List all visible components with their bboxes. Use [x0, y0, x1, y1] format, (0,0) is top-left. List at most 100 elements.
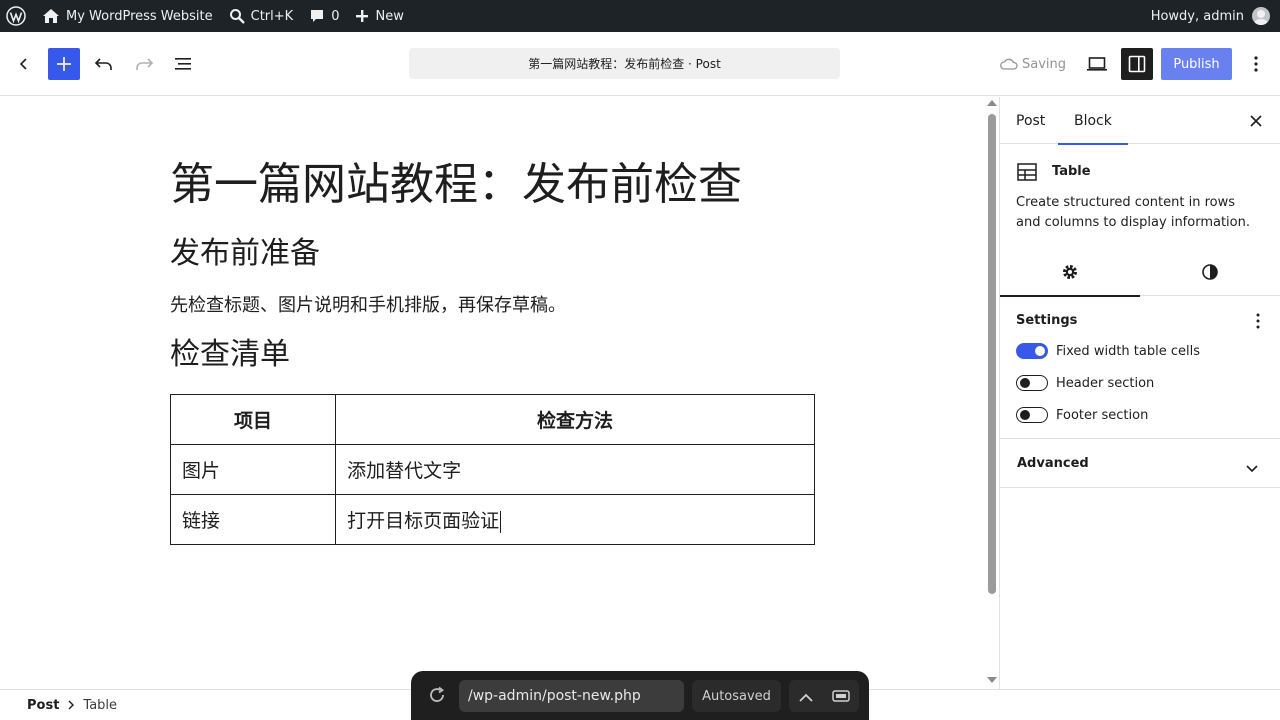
- table-header-cell[interactable]: 检查方法: [335, 394, 815, 445]
- editor-header: 第一篇网站教程：发布前检查 · Post Saving Publish: [0, 32, 1280, 96]
- settings-toggle-button[interactable]: [1121, 48, 1153, 80]
- shortcut-label: Ctrl+K: [250, 8, 294, 24]
- table-cell-active[interactable]: 打开目标页面验证: [335, 494, 815, 545]
- fixed-width-toggle[interactable]: [1016, 343, 1048, 359]
- preview-button[interactable]: [1081, 48, 1113, 80]
- document-title-bar[interactable]: 第一篇网站教程：发布前检查 · Post: [409, 48, 840, 79]
- scroll-down-arrow-icon[interactable]: [987, 677, 997, 683]
- publish-button[interactable]: Publish: [1161, 48, 1232, 80]
- undo-button[interactable]: [88, 48, 120, 80]
- more-vertical-icon: [1256, 313, 1260, 329]
- back-button[interactable]: [8, 48, 40, 80]
- chevron-left-icon: [19, 58, 27, 70]
- table-block[interactable]: 项目 检查方法 图片 添加替代文字 链接 打开目标页面验证: [169, 394, 815, 545]
- breadcrumb-item-post[interactable]: Post: [27, 698, 59, 713]
- comments-link[interactable]: 0: [301, 0, 347, 32]
- undo-icon: [94, 58, 112, 70]
- settings-panel: Settings Fixed width table cells Header …: [1000, 296, 1280, 439]
- editor-canvas: 第一篇网站教程：发布前检查 发布前准备 先检查标题、图片说明和手机排版，再保存草…: [0, 97, 984, 689]
- site-name-link[interactable]: My WordPress Website: [34, 0, 221, 32]
- sidebar-icon: [1128, 55, 1146, 73]
- sidebar-tabs: Post Block: [1000, 97, 1280, 145]
- block-description: Create structured content in rows and co…: [1016, 195, 1250, 230]
- tab-block[interactable]: Block: [1058, 97, 1128, 145]
- toggle-label: Fixed width table cells: [1056, 343, 1200, 359]
- chevron-right-icon: [68, 700, 75, 710]
- tab-styles[interactable]: [1140, 248, 1280, 296]
- list-view-icon: [175, 58, 191, 70]
- settings-panel-title: Settings: [1016, 313, 1078, 328]
- gear-icon: [1063, 265, 1077, 279]
- close-sidebar-button[interactable]: [1244, 109, 1268, 133]
- settings-options-button[interactable]: [1256, 313, 1260, 333]
- search-icon: [229, 9, 245, 24]
- reload-button[interactable]: [427, 685, 447, 709]
- url-field[interactable]: /wp-admin/post-new.php: [459, 680, 684, 712]
- block-card: Table Create structured content in rows …: [1000, 144, 1280, 248]
- toggle-label: Footer section: [1056, 407, 1149, 423]
- close-icon: [1250, 115, 1262, 127]
- options-button[interactable]: [1240, 48, 1272, 80]
- browser-toolbar: /wp-admin/post-new.php Autosaved: [411, 671, 869, 720]
- keyboard-icon[interactable]: [831, 687, 850, 706]
- footer-section-toggle[interactable]: [1016, 407, 1048, 423]
- home-icon: [43, 9, 59, 23]
- scroll-up-arrow-icon[interactable]: [987, 100, 997, 106]
- plus-icon: [57, 57, 71, 71]
- styles-half-circle-icon: [1202, 264, 1218, 280]
- autosave-status: Autosaved: [692, 680, 781, 712]
- advanced-panel-toggle[interactable]: Advanced: [1000, 439, 1280, 488]
- table-cell[interactable]: 链接: [169, 494, 337, 545]
- browser-toolbar-actions: [789, 680, 859, 712]
- paragraph-block[interactable]: 先检查标题、图片说明和手机排版，再保存草稿。: [170, 292, 566, 320]
- table-header-cell[interactable]: 项目: [169, 394, 337, 445]
- desktop-icon: [1087, 57, 1107, 71]
- saving-label: Saving: [1022, 56, 1067, 72]
- scrollbar-thumb[interactable]: [988, 114, 996, 594]
- admin-bar: My WordPress Website Ctrl+K 0 New Howdy,…: [0, 0, 1280, 32]
- toggle-label: Header section: [1056, 375, 1155, 391]
- text-caret: [500, 510, 502, 533]
- reload-icon: [430, 686, 445, 702]
- command-palette-link[interactable]: Ctrl+K: [221, 0, 302, 32]
- table-row: 链接 打开目标页面验证: [169, 494, 815, 545]
- toggle-fixed-width-row[interactable]: Fixed width table cells: [1016, 343, 1200, 359]
- toggle-header-section-row[interactable]: Header section: [1016, 375, 1154, 391]
- table-cell[interactable]: 添加替代文字: [335, 444, 815, 495]
- document-title: 第一篇网站教程：发布前检查 · Post: [528, 57, 721, 71]
- tab-post[interactable]: Post: [1000, 97, 1061, 144]
- block-inspector-tabs: [1000, 248, 1280, 297]
- settings-sidebar: Post Block Table Create structured conte…: [999, 97, 1280, 689]
- more-vertical-icon: [1254, 56, 1258, 72]
- comment-icon: [311, 10, 324, 22]
- chevron-up-icon[interactable]: [798, 687, 813, 706]
- block-inserter-button[interactable]: [48, 48, 80, 80]
- redo-button[interactable]: [128, 48, 160, 80]
- post-title[interactable]: 第一篇网站教程：发布前检查: [170, 157, 742, 213]
- redo-icon: [136, 58, 154, 70]
- chevron-down-icon: [1246, 458, 1258, 477]
- toggle-footer-section-row[interactable]: Footer section: [1016, 407, 1148, 423]
- comments-count: 0: [331, 8, 340, 24]
- cloud-icon: [1000, 58, 1018, 70]
- heading-block[interactable]: 发布前准备: [170, 234, 320, 274]
- document-overview-button[interactable]: [168, 48, 200, 80]
- new-content-link[interactable]: New: [347, 0, 411, 32]
- site-name: My WordPress Website: [66, 8, 213, 24]
- heading-block[interactable]: 检查清单: [170, 335, 290, 375]
- new-label: New: [375, 8, 404, 24]
- account-menu[interactable]: Howdy, admin: [1143, 0, 1280, 32]
- table-row: 图片 添加替代文字: [169, 444, 815, 495]
- avatar: [1252, 7, 1270, 25]
- table-header-row: 项目 检查方法: [169, 394, 815, 445]
- saving-status: Saving: [1000, 48, 1066, 80]
- breadcrumb-item-table[interactable]: Table: [83, 698, 117, 713]
- block-name: Table: [1052, 164, 1091, 179]
- table-cell[interactable]: 图片: [169, 444, 337, 495]
- advanced-panel-title: Advanced: [1017, 456, 1089, 471]
- table-cell-text: 打开目标页面验证: [347, 510, 500, 532]
- greeting: Howdy, admin: [1150, 8, 1244, 24]
- header-section-toggle[interactable]: [1016, 375, 1048, 391]
- wordpress-logo-icon[interactable]: [0, 0, 34, 32]
- tab-settings[interactable]: [1000, 248, 1140, 297]
